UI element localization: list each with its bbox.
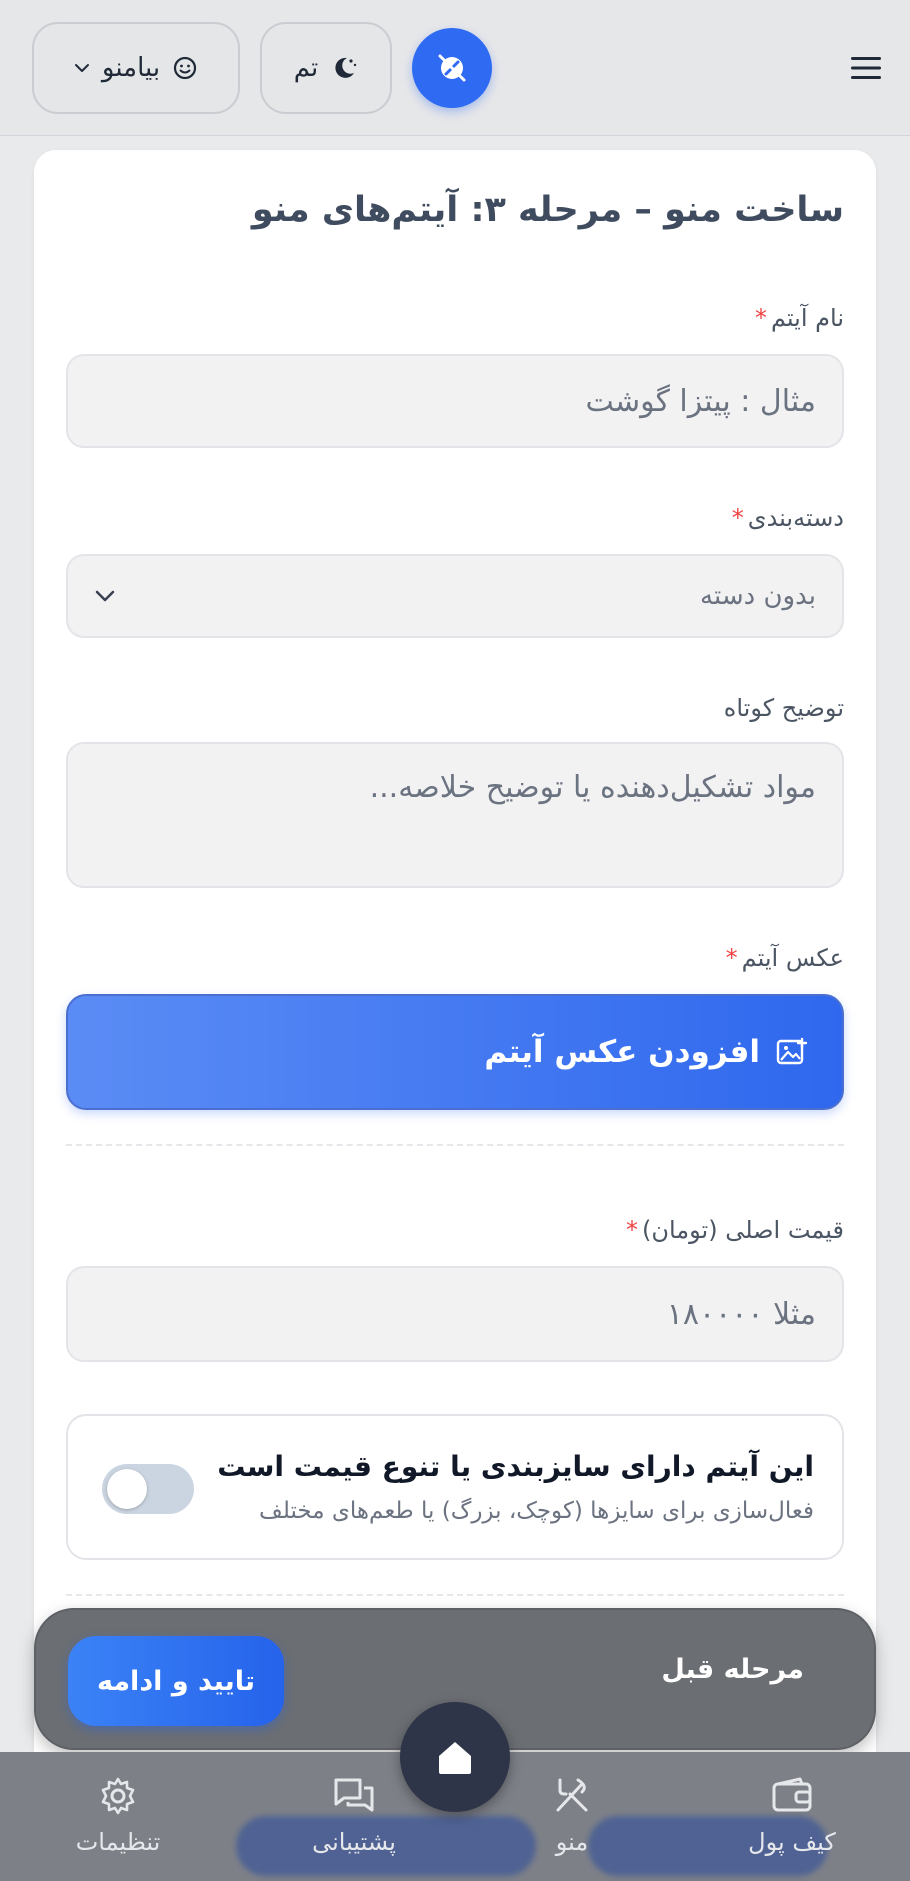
utensils-slash-icon — [434, 50, 470, 86]
toggle-knob — [107, 1469, 147, 1509]
hamburger-menu-button[interactable] — [844, 46, 888, 90]
description-placeholder: مواد تشکیل‌دهنده یا توضیح خلاصه... — [369, 770, 816, 805]
theme-toggle-button[interactable]: تم — [260, 22, 392, 114]
variants-toggle-switch[interactable] — [102, 1464, 194, 1514]
fork-knife-icon — [552, 1776, 592, 1816]
brand-dropdown-label: بیامنو — [101, 53, 161, 83]
section-divider — [66, 1144, 844, 1146]
nav-item-wallet[interactable]: کیف پول — [702, 1776, 882, 1856]
category-value: بدون دسته — [700, 581, 816, 611]
category-select[interactable]: بدون دسته — [66, 554, 844, 638]
price-label: قیمت اصلی (تومان)* — [625, 1216, 844, 1244]
variants-toggle-subtitle: فعال‌سازی برای سایزها (کوچک، بزرگ) یا طع… — [259, 1498, 814, 1524]
section-divider — [66, 1594, 844, 1596]
item-name-placeholder: مثال : پیتزا گوشت — [585, 383, 817, 419]
image-add-icon — [776, 1037, 808, 1067]
top-header: تم بیامنو — [0, 0, 910, 136]
confirm-continue-button[interactable]: تایید و ادامه — [68, 1636, 284, 1726]
home-button[interactable] — [400, 1702, 510, 1812]
item-name-label: نام آیتم* — [754, 304, 844, 332]
item-name-input[interactable]: مثال : پیتزا گوشت — [66, 354, 844, 448]
nav-label-wallet: کیف پول — [748, 1828, 836, 1856]
add-item-image-button[interactable]: افزودن عکس آیتم — [66, 994, 844, 1110]
brand-dropdown-button[interactable]: بیامنو — [32, 22, 240, 114]
required-mark: * — [625, 1216, 638, 1244]
required-mark: * — [725, 944, 738, 972]
brand-logo-button[interactable] — [412, 28, 492, 108]
theme-label: تم — [293, 53, 319, 83]
home-icon — [435, 1738, 475, 1776]
nav-item-settings[interactable]: تنظیمات — [28, 1776, 208, 1856]
nav-item-menu[interactable]: منو — [482, 1776, 662, 1856]
variants-toggle-card: این آیتم دارای سایزبندی یا تنوع قیمت است… — [66, 1414, 844, 1560]
variants-toggle-title: این آیتم دارای سایزبندی یا تنوع قیمت است — [217, 1450, 814, 1483]
moon-icon — [330, 54, 358, 82]
gear-icon — [98, 1776, 138, 1816]
chevron-down-icon — [94, 589, 116, 603]
page-title: ساخت منو – مرحله ۳: آیتم‌های منو — [251, 190, 844, 230]
add-item-image-label: افزودن عکس آیتم — [484, 1034, 760, 1070]
description-label: توضیح کوتاه — [723, 694, 844, 722]
price-input[interactable]: مثلا ۱۸۰۰۰۰ — [66, 1266, 844, 1362]
chat-icon — [332, 1776, 376, 1816]
hamburger-icon — [851, 56, 881, 80]
required-mark: * — [731, 504, 744, 532]
nav-label-settings: تنظیمات — [75, 1828, 161, 1856]
chevron-down-icon — [74, 63, 90, 73]
wallet-icon — [770, 1776, 814, 1816]
description-textarea[interactable]: مواد تشکیل‌دهنده یا توضیح خلاصه... — [66, 742, 844, 888]
category-label: دسته‌بندی* — [731, 504, 844, 532]
smile-icon — [172, 55, 198, 81]
price-placeholder: مثلا ۱۸۰۰۰۰ — [666, 1296, 816, 1332]
nav-label-support: پشتیبانی — [312, 1828, 396, 1856]
required-mark: * — [754, 304, 767, 332]
previous-step-button[interactable]: مرحله قبل — [661, 1654, 804, 1685]
nav-label-menu: منو — [555, 1828, 589, 1856]
image-label: عکس آیتم* — [725, 944, 844, 972]
